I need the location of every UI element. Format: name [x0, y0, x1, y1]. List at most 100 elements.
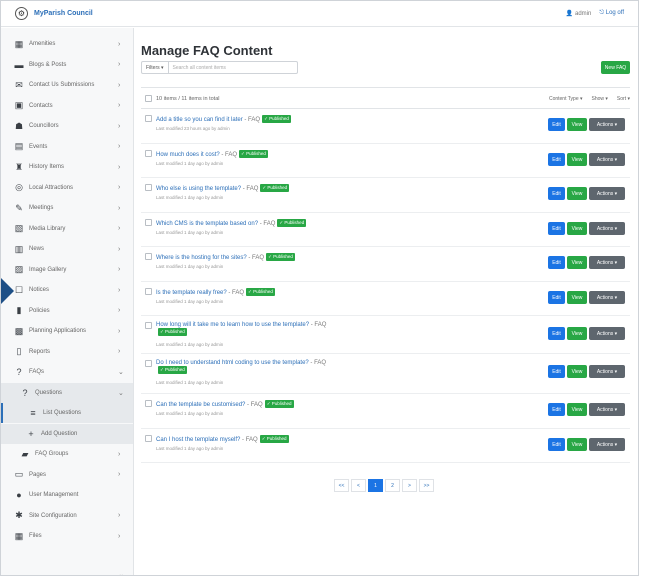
sidebar-item-files[interactable]: ▦ Files ›	[1, 526, 133, 546]
sidebar-item-contact-us-submissions[interactable]: ✉ Contact Us Submissions ›	[1, 75, 133, 95]
user-link[interactable]: 👤 admin	[566, 10, 591, 17]
view-button[interactable]: View	[567, 118, 587, 131]
edit-button[interactable]: Edit	[548, 222, 565, 235]
item-checkbox[interactable]	[145, 219, 152, 226]
page-button[interactable]: 2	[385, 479, 400, 492]
sidebar-item-history-items[interactable]: ♜ History Items ›	[1, 157, 133, 177]
view-button[interactable]: View	[567, 438, 587, 451]
item-actions: Edit View Actions ▾	[548, 365, 625, 378]
actions-dropdown-button[interactable]: Actions ▾	[589, 153, 625, 166]
page-button[interactable]: <<	[334, 479, 349, 492]
new-faq-button[interactable]: New FAQ	[601, 61, 630, 74]
building-icon: ▦	[14, 38, 24, 49]
sidebar-item-amenities[interactable]: ▦ Amenities ›	[1, 34, 133, 54]
envelope-icon: ✉	[15, 79, 23, 90]
edit-button[interactable]: Edit	[548, 365, 565, 378]
item-title-link[interactable]: Can I host the template myself?	[156, 437, 240, 443]
view-button[interactable]: View	[567, 291, 587, 304]
sidebar-item-news[interactable]: ▥ News ›	[1, 239, 133, 259]
actions-dropdown-button[interactable]: Actions ▾	[589, 365, 625, 378]
content-type-filter[interactable]: Content Type ▾	[549, 96, 583, 102]
sidebar-item-user-management[interactable]: ● User Management	[1, 485, 133, 505]
actions-dropdown-button[interactable]: Actions ▾	[589, 327, 625, 340]
actions-dropdown-button[interactable]: Actions ▾	[589, 438, 625, 451]
edit-button[interactable]: Edit	[548, 291, 565, 304]
actions-dropdown-button[interactable]: Actions ▾	[589, 118, 625, 131]
view-button[interactable]: View	[567, 222, 587, 235]
collapse-sidebar-icon[interactable]: «	[118, 571, 123, 575]
published-badge: ✓ Published	[260, 184, 290, 192]
sidebar-item-image-gallery[interactable]: ▨ Image Gallery ›	[1, 260, 133, 280]
sidebar-item-meetings[interactable]: ✎ Meetings ›	[1, 198, 133, 218]
view-button[interactable]: View	[567, 365, 587, 378]
sidebar-item-add-question[interactable]: + Add Question	[1, 423, 133, 444]
list-item: Can I host the template myself? - FAQ ✓ P…	[141, 429, 630, 463]
edit-button[interactable]: Edit	[548, 327, 565, 340]
item-checkbox[interactable]	[145, 400, 152, 407]
clipboard-icon: ☐	[14, 284, 24, 295]
item-checkbox[interactable]	[145, 184, 152, 191]
edit-button[interactable]: Edit	[548, 256, 565, 269]
sidebar-item-questions[interactable]: ? Questions ⌄	[1, 382, 133, 403]
view-button[interactable]: View	[567, 327, 587, 340]
actions-dropdown-button[interactable]: Actions ▾	[589, 403, 625, 416]
view-button[interactable]: View	[567, 403, 587, 416]
edit-button[interactable]: Edit	[548, 153, 565, 166]
select-all-checkbox[interactable]	[145, 95, 152, 102]
item-checkbox[interactable]	[145, 360, 152, 367]
page-button[interactable]: >>	[419, 479, 434, 492]
item-title-link[interactable]: Is the template really free?	[156, 290, 227, 296]
sidebar-item-notices[interactable]: ☐ Notices ›	[1, 280, 133, 300]
edit-button[interactable]: Edit	[548, 187, 565, 200]
page-button[interactable]: <	[351, 479, 366, 492]
sidebar-item-councillors[interactable]: ☗ Councillors ›	[1, 116, 133, 136]
sidebar-item-blogs-posts[interactable]: ▬ Blogs & Posts ›	[1, 55, 133, 75]
sidebar-item-faq-groups[interactable]: ▰ FAQ Groups ›	[1, 444, 133, 464]
item-title-link[interactable]: Can the template be customised?	[156, 402, 245, 408]
item-checkbox[interactable]	[145, 435, 152, 442]
actions-dropdown-button[interactable]: Actions ▾	[589, 222, 625, 235]
sidebar-item-local-attractions[interactable]: ◎ Local Attractions ›	[1, 178, 133, 198]
sidebar-item-media-library[interactable]: ▧ Media Library ›	[1, 219, 133, 239]
sidebar-item-contacts[interactable]: ▣ Contacts ›	[1, 96, 133, 116]
actions-dropdown-button[interactable]: Actions ▾	[589, 187, 625, 200]
edit-button[interactable]: Edit	[548, 438, 565, 451]
logout-label: Log off	[605, 10, 624, 16]
view-button[interactable]: View	[567, 153, 587, 166]
item-title-link[interactable]: Which CMS is the template based on?	[156, 221, 258, 227]
edit-button[interactable]: Edit	[548, 403, 565, 416]
sidebar-item-reports[interactable]: ▯ Reports ›	[1, 342, 133, 362]
sidebar-item-site-configuration[interactable]: ✱ Site Configuration ›	[1, 506, 133, 526]
item-checkbox[interactable]	[145, 322, 152, 329]
search-input[interactable]: Search all content items	[169, 65, 226, 71]
item-checkbox[interactable]	[145, 115, 152, 122]
sidebar-item-label: Site Configuration	[29, 512, 77, 519]
filter-dropdown[interactable]: Filters ▾	[142, 62, 169, 73]
logout-link[interactable]: ⎋ Log off	[599, 10, 624, 17]
sidebar-item-events[interactable]: ▤ Events ›	[1, 137, 133, 157]
item-checkbox[interactable]	[145, 253, 152, 260]
sidebar-item-label: Contacts	[29, 102, 53, 109]
edit-button[interactable]: Edit	[548, 118, 565, 131]
view-button[interactable]: View	[567, 256, 587, 269]
brand[interactable]: ⚙ MyParish Council	[15, 7, 93, 20]
sidebar-item-pages[interactable]: ▭ Pages ›	[1, 465, 133, 485]
show-filter[interactable]: Show ▾	[592, 96, 608, 102]
sidebar-item-planning-applications[interactable]: ▩ Planning Applications ›	[1, 321, 133, 341]
sidebar-item-policies[interactable]: ▮ Policies ›	[1, 301, 133, 321]
sort-filter[interactable]: Sort ▾	[617, 96, 630, 102]
item-title-link[interactable]: Add a title so you can find it later	[156, 117, 243, 123]
page-button[interactable]: >	[402, 479, 417, 492]
item-title-link[interactable]: Where is the hosting for the sites?	[156, 255, 247, 261]
sidebar-item-faqs[interactable]: ? FAQs ⌄	[1, 362, 133, 382]
item-checkbox[interactable]	[145, 150, 152, 157]
page-button[interactable]: 1	[368, 479, 383, 492]
item-title-link[interactable]: How much does it cost?	[156, 152, 220, 158]
item-checkbox[interactable]	[145, 288, 152, 295]
actions-dropdown-button[interactable]: Actions ▾	[589, 291, 625, 304]
brand-name[interactable]: MyParish Council	[34, 10, 93, 17]
actions-dropdown-button[interactable]: Actions ▾	[589, 256, 625, 269]
sidebar-item-list-questions[interactable]: ≡ List Questions	[1, 403, 133, 423]
item-title-link[interactable]: Who else is using the template?	[156, 186, 241, 192]
view-button[interactable]: View	[567, 187, 587, 200]
